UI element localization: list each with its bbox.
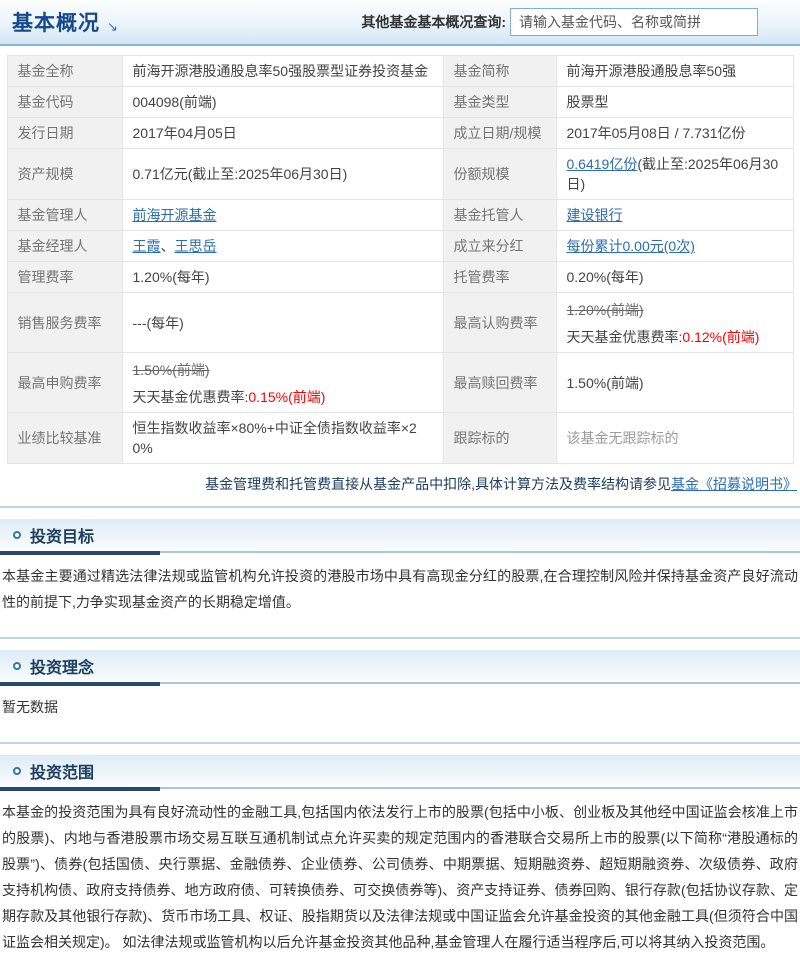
bullet-circle-icon: [13, 662, 21, 670]
table-row: 销售服务费率 ---(每年) 最高认购费率 1.20%(前端) 天天基金优惠费率…: [6, 292, 794, 353]
purchase-fee-value: 1.50%(前端) 天天基金优惠费率:0.15%(前端): [121, 352, 444, 413]
asset-scale-value: 0.71亿元(截止至:2025年06月30日): [121, 148, 444, 200]
redeem-fee-value: 1.50%(前端): [555, 352, 794, 413]
section-title: 投资范围: [30, 765, 95, 782]
purchase-fee-discount-label: 天天基金优惠费率:: [132, 389, 249, 405]
share-scale-label: 份额规模: [442, 148, 557, 200]
bullet-circle-icon: [13, 531, 21, 539]
page-title: 基本概况 ↘: [12, 7, 119, 37]
fund-manager-link-1[interactable]: 王霞: [133, 238, 161, 254]
table-row: 资产规模 0.71亿元(截止至:2025年06月30日) 份额规模 0.6419…: [6, 148, 794, 200]
custodian-label: 基金托管人: [442, 199, 557, 231]
benchmark-label: 业绩比较基准: [6, 412, 123, 464]
fund-info-table: 基金全称 前海开源港股通股息率50强股票型证券投资基金 基金简称 前海开源港股通…: [6, 55, 794, 464]
purchase-fee-original: 1.50%(前端): [132, 362, 210, 378]
dividend-label: 成立来分红: [442, 230, 557, 262]
fee-note-text: 基金管理费和托管费直接从基金产品中扣除,具体计算方法及费率结构请参见: [205, 476, 671, 492]
section-title: 投资目标: [30, 529, 95, 546]
mgmt-fee-label: 管理费率: [6, 261, 123, 293]
page-header: 基本概况 ↘ 其他基金基本概况查询:: [0, 0, 800, 46]
benchmark-value: 恒生指数收益率×80%+中证全债指数收益率×20%: [121, 412, 444, 464]
section-header: 投资理念: [0, 650, 800, 682]
section-header: 投资范围: [0, 755, 800, 787]
table-row: 基金管理人 前海开源基金 基金托管人 建设银行: [6, 199, 794, 231]
fund-type-label: 基金类型: [442, 86, 557, 118]
dividend-value: 每份累计0.00元(0次): [555, 230, 794, 262]
fund-full-name-value: 前海开源港股通股息率50强股票型证券投资基金: [121, 55, 444, 87]
mgmt-fee-value: 1.20%(每年): [121, 261, 444, 293]
fund-full-name-label: 基金全称: [6, 55, 123, 87]
fund-type-value: 股票型: [555, 86, 794, 118]
bullet-circle-icon: [13, 767, 21, 775]
expand-arrow-icon: ↘: [107, 19, 119, 34]
section-divider: [0, 551, 800, 555]
establish-date-label: 成立日期/规模: [442, 117, 557, 149]
purchase-fee-discount-value: 0.15%(前端): [248, 389, 326, 405]
purchase-fee-label: 最高申购费率: [6, 352, 123, 413]
page-title-text: 基本概况: [12, 12, 100, 35]
fund-managers-separator: 、: [160, 238, 175, 254]
fund-managers-value: 王霞、王思岳: [121, 230, 444, 262]
manager-company-link[interactable]: 前海开源基金: [133, 207, 217, 223]
asset-scale-label: 资产规模: [6, 148, 123, 200]
purchase-fee-discount: 天天基金优惠费率:0.15%(前端): [133, 387, 433, 407]
fund-query-label: 其他基金基本概况查询:: [361, 14, 506, 30]
tracking-label: 跟踪标的: [442, 412, 557, 464]
table-row: 发行日期 2017年04月05日 成立日期/规模 2017年05月08日 / 7…: [6, 117, 794, 149]
investment-goal-text: 本基金主要通过精选法律法规或监管机构允许投资的港股市场中具有高现金分红的股票,在…: [2, 568, 798, 610]
custody-fee-value: 0.20%(每年): [555, 261, 794, 293]
redeem-fee-label: 最高赎回费率: [442, 352, 557, 413]
section-header: 投资目标: [0, 519, 800, 551]
issue-date-label: 发行日期: [6, 117, 123, 149]
table-row: 管理费率 1.20%(每年) 托管费率 0.20%(每年): [6, 261, 794, 293]
section-divider: [0, 787, 800, 791]
fund-code-label: 基金代码: [6, 86, 123, 118]
subscribe-fee-discount-value: 0.12%(前端): [682, 329, 760, 345]
fee-note: 基金管理费和托管费直接从基金产品中扣除,具体计算方法及费率结构请参见基金《招募说…: [0, 474, 797, 494]
fund-code-value: 004098(前端): [121, 86, 444, 118]
table-row: 业绩比较基准 恒生指数收益率×80%+中证全债指数收益率×20% 跟踪标的 该基…: [6, 412, 794, 464]
manager-company-value: 前海开源基金: [121, 199, 444, 231]
prospectus-link[interactable]: 基金《招募说明书》: [671, 476, 797, 492]
sales-fee-label: 销售服务费率: [6, 292, 123, 353]
section-title: 投资理念: [30, 660, 95, 677]
manager-company-label: 基金管理人: [6, 199, 123, 231]
share-scale-value: 0.6419亿份(截止至:2025年06月30日): [555, 148, 794, 200]
fund-search-input[interactable]: [510, 8, 758, 36]
table-row: 基金全称 前海开源港股通股息率50强股票型证券投资基金 基金简称 前海开源港股通…: [6, 55, 794, 87]
fund-short-name-value: 前海开源港股通股息率50强: [555, 55, 794, 87]
custodian-link[interactable]: 建设银行: [567, 207, 623, 223]
dividend-link[interactable]: 每份累计0.00元(0次): [567, 238, 695, 254]
subscribe-fee-value: 1.20%(前端) 天天基金优惠费率:0.12%(前端): [555, 292, 794, 353]
tracking-value: 该基金无跟踪标的: [555, 412, 794, 464]
subscribe-fee-label: 最高认购费率: [442, 292, 557, 353]
subscribe-fee-original: 1.20%(前端): [566, 302, 644, 318]
fund-query: 其他基金基本概况查询:: [361, 8, 758, 36]
section-investment-scope: 投资范围 本基金的投资范围为具有良好流动性的金融工具,包括国内依法发行上市的股票…: [0, 742, 800, 965]
issue-date-value: 2017年04月05日: [121, 117, 444, 149]
section-divider: [0, 682, 800, 686]
share-scale-link[interactable]: 0.6419亿份: [567, 156, 638, 172]
custody-fee-label: 托管费率: [442, 261, 557, 293]
fund-short-name-label: 基金简称: [442, 55, 557, 87]
custodian-value: 建设银行: [555, 199, 794, 231]
subscribe-fee-discount: 天天基金优惠费率:0.12%(前端): [567, 327, 783, 347]
section-investment-philosophy: 投资理念 暂无数据: [0, 637, 800, 730]
investment-philosophy-text: 暂无数据: [2, 699, 58, 715]
table-row: 最高申购费率 1.50%(前端) 天天基金优惠费率:0.15%(前端) 最高赎回…: [6, 352, 794, 413]
establish-date-value: 2017年05月08日 / 7.731亿份: [555, 117, 794, 149]
fund-manager-link-2[interactable]: 王思岳: [175, 238, 217, 254]
investment-scope-text: 本基金的投资范围为具有良好流动性的金融工具,包括国内依法发行上市的股票(包括中小…: [2, 804, 798, 950]
table-row: 基金代码 004098(前端) 基金类型 股票型: [6, 86, 794, 118]
subscribe-fee-discount-label: 天天基金优惠费率:: [566, 329, 683, 345]
section-investment-goal: 投资目标 本基金主要通过精选法律法规或监管机构允许投资的港股市场中具有高现金分红…: [0, 506, 800, 625]
sales-fee-value: ---(每年): [121, 292, 444, 353]
table-row: 基金经理人 王霞、王思岳 成立来分红 每份累计0.00元(0次): [6, 230, 794, 262]
fund-managers-label: 基金经理人: [6, 230, 123, 262]
